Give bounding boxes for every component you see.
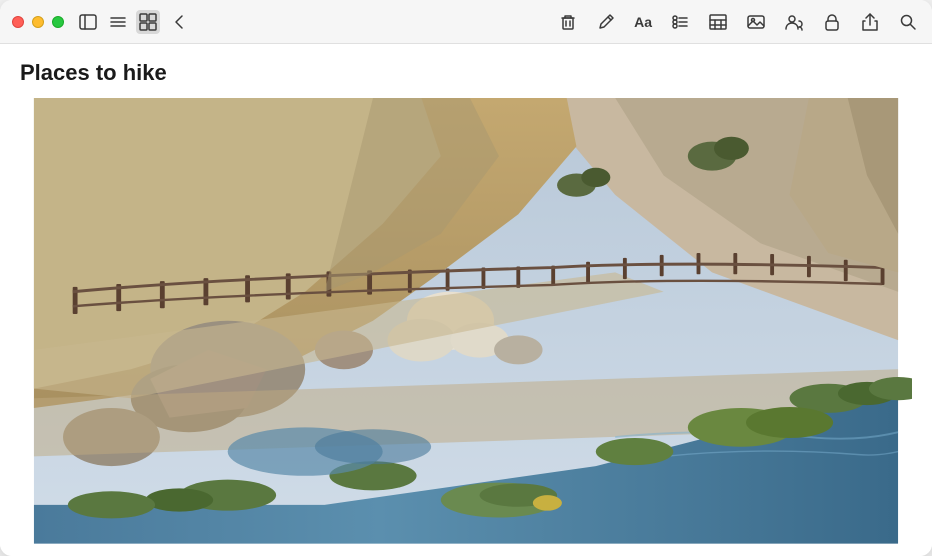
back-button[interactable] xyxy=(168,10,192,34)
titlebar: Aa xyxy=(0,0,932,44)
close-button[interactable] xyxy=(12,16,24,28)
compose-icon[interactable] xyxy=(594,10,618,34)
table-icon[interactable] xyxy=(706,10,730,34)
sidebar-toggle-icon[interactable] xyxy=(76,10,100,34)
note-image xyxy=(20,98,912,544)
minimize-button[interactable] xyxy=(32,16,44,28)
toolbar-left xyxy=(76,10,192,34)
traffic-lights xyxy=(12,16,64,28)
note-title: Places to hike xyxy=(20,60,912,86)
notes-window: Aa xyxy=(0,0,932,556)
note-image-container xyxy=(20,98,912,544)
checklist-icon[interactable] xyxy=(668,10,692,34)
delete-icon[interactable] xyxy=(556,10,580,34)
format-text-icon[interactable]: Aa xyxy=(632,10,654,34)
media-icon[interactable] xyxy=(744,10,768,34)
note-content: Places to hike xyxy=(0,44,932,556)
share-icon[interactable] xyxy=(858,10,882,34)
grid-view-icon[interactable] xyxy=(136,10,160,34)
collaborate-icon[interactable] xyxy=(782,10,806,34)
search-icon[interactable] xyxy=(896,10,920,34)
toolbar-right: Aa xyxy=(556,10,920,34)
list-view-icon[interactable] xyxy=(106,10,130,34)
lock-icon[interactable] xyxy=(820,10,844,34)
maximize-button[interactable] xyxy=(52,16,64,28)
